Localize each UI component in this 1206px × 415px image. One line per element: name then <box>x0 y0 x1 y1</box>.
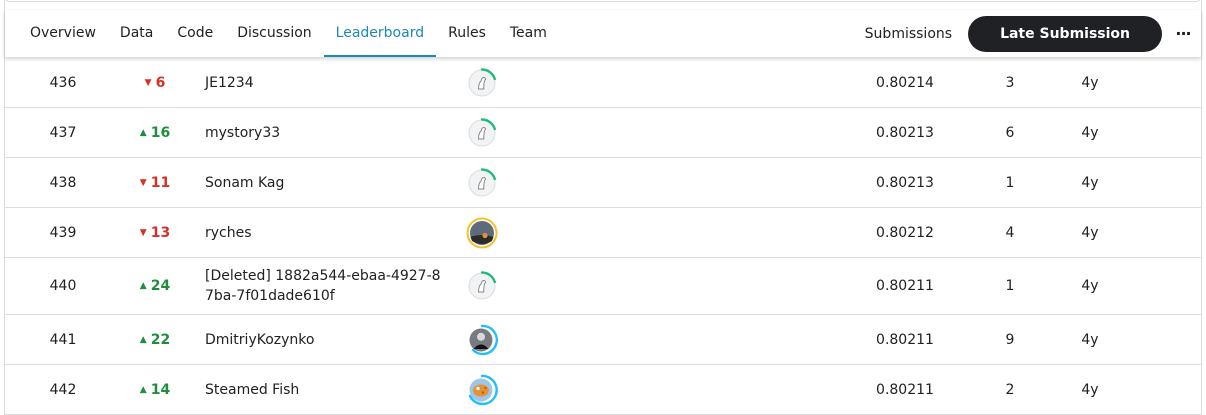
tab-leaderboard[interactable]: Leaderboard <box>323 10 437 57</box>
score-cell: 0.80211 <box>876 332 934 348</box>
rank-change-value: 22 <box>150 332 171 348</box>
team-name[interactable]: mystory33 <box>205 123 455 143</box>
team-name[interactable]: Sonam Kag <box>205 173 455 193</box>
team-avatar[interactable] <box>466 270 498 302</box>
last-submission-cell: 4y <box>1081 382 1099 398</box>
team-name[interactable]: Steamed Fish <box>205 380 455 400</box>
rank-change: ▼ 11 <box>130 173 180 193</box>
table-row: 437 ▲ 16 mystory33 0.80213 6 4y <box>5 108 1201 158</box>
rank-change-value: 24 <box>150 278 171 294</box>
more-options-icon[interactable]: ··· <box>1165 24 1201 43</box>
header-card-edge <box>4 0 1202 2</box>
rank-change-value: 13 <box>150 225 171 241</box>
arrow-up-icon: ▲ <box>139 128 147 138</box>
last-submission-cell: 4y <box>1081 332 1099 348</box>
rank-cell: 436 <box>49 75 77 91</box>
tab-team[interactable]: Team <box>498 10 559 57</box>
team-avatar[interactable] <box>466 67 498 99</box>
last-submission-cell: 4y <box>1081 278 1099 294</box>
table-row: 440 ▲ 24 [Deleted] 1882a544-ebaa-4927-87ba-… <box>5 258 1201 315</box>
rank-change-value: 11 <box>150 175 171 191</box>
navbar-actions: Submissions Late Submission ··· <box>865 10 1201 57</box>
team-name[interactable]: JE1234 <box>205 73 455 93</box>
table-row: 441 ▲ 22 DmitriyKozynko 0.80211 9 4y <box>5 315 1201 365</box>
rank-change: ▼ 13 <box>130 223 180 243</box>
rank-change-value: 6 <box>155 75 166 91</box>
rank-cell: 437 <box>49 125 77 141</box>
leaderboard-rows: 436 ▼ 6 JE1234 0.80214 3 4y 437 ▲ 16 mystory33 0.80… <box>5 58 1201 415</box>
entries-cell: 9 <box>1005 332 1015 348</box>
competition-navbar: Overview Data Code Discussion Leaderboar… <box>5 10 1201 57</box>
rank-cell: 442 <box>49 382 77 398</box>
score-cell: 0.80211 <box>876 382 934 398</box>
rank-change: ▲ 14 <box>130 380 180 400</box>
team-avatar[interactable] <box>466 167 498 199</box>
entries-cell: 1 <box>1005 278 1015 294</box>
entries-cell: 4 <box>1005 225 1015 241</box>
arrow-down-icon: ▼ <box>139 228 147 238</box>
table-row: 438 ▼ 11 Sonam Kag 0.80213 1 4y <box>5 158 1201 208</box>
rank-change: ▲ 24 <box>130 276 180 296</box>
arrow-up-icon: ▲ <box>139 335 147 345</box>
tab-discussion[interactable]: Discussion <box>225 10 323 57</box>
arrow-up-icon: ▲ <box>139 385 147 395</box>
tab-overview[interactable]: Overview <box>5 10 108 57</box>
arrow-up-icon: ▲ <box>139 281 147 291</box>
rank-cell: 438 <box>49 175 77 191</box>
tab-list: Overview Data Code Discussion Leaderboar… <box>5 10 559 57</box>
rank-change: ▲ 22 <box>130 330 180 350</box>
score-cell: 0.80214 <box>876 75 934 91</box>
tab-data[interactable]: Data <box>108 10 165 57</box>
table-row: 439 ▼ 13 ryches 0.80212 4 4y <box>5 208 1201 258</box>
team-avatar[interactable] <box>466 374 498 406</box>
rank-cell: 440 <box>49 278 77 294</box>
score-cell: 0.80212 <box>876 225 934 241</box>
rank-change-value: 14 <box>150 382 171 398</box>
rank-cell: 441 <box>49 332 77 348</box>
entries-cell: 2 <box>1005 382 1015 398</box>
rank-change: ▼ 6 <box>130 73 180 93</box>
last-submission-cell: 4y <box>1081 75 1099 91</box>
leaderboard-frame: Overview Data Code Discussion Leaderboar… <box>4 0 1202 415</box>
score-cell: 0.80211 <box>876 278 934 294</box>
arrow-down-icon: ▼ <box>144 78 152 88</box>
entries-cell: 3 <box>1005 75 1015 91</box>
score-cell: 0.80213 <box>876 125 934 141</box>
rank-change-value: 16 <box>150 125 171 141</box>
team-name[interactable]: [Deleted] 1882a544-ebaa-4927-87ba-7f01da… <box>205 266 445 306</box>
entries-cell: 6 <box>1005 125 1015 141</box>
entries-cell: 1 <box>1005 175 1015 191</box>
team-name[interactable]: ryches <box>205 223 455 243</box>
late-submission-button[interactable]: Late Submission <box>968 15 1162 52</box>
last-submission-cell: 4y <box>1081 175 1099 191</box>
table-row: 442 ▲ 14 Steamed Fish 0.80211 2 4y <box>5 365 1201 415</box>
score-cell: 0.80213 <box>876 175 934 191</box>
tab-rules[interactable]: Rules <box>436 10 498 57</box>
team-avatar[interactable] <box>466 117 498 149</box>
team-avatar[interactable] <box>466 217 498 249</box>
arrow-down-icon: ▼ <box>139 178 147 188</box>
tab-code[interactable]: Code <box>165 10 225 57</box>
submissions-link[interactable]: Submissions <box>865 26 952 42</box>
last-submission-cell: 4y <box>1081 125 1099 141</box>
table-row: 436 ▼ 6 JE1234 0.80214 3 4y <box>5 58 1201 108</box>
rank-cell: 439 <box>49 225 77 241</box>
team-avatar[interactable] <box>466 324 498 356</box>
rank-change: ▲ 16 <box>130 123 180 143</box>
last-submission-cell: 4y <box>1081 225 1099 241</box>
team-name[interactable]: DmitriyKozynko <box>205 330 455 350</box>
